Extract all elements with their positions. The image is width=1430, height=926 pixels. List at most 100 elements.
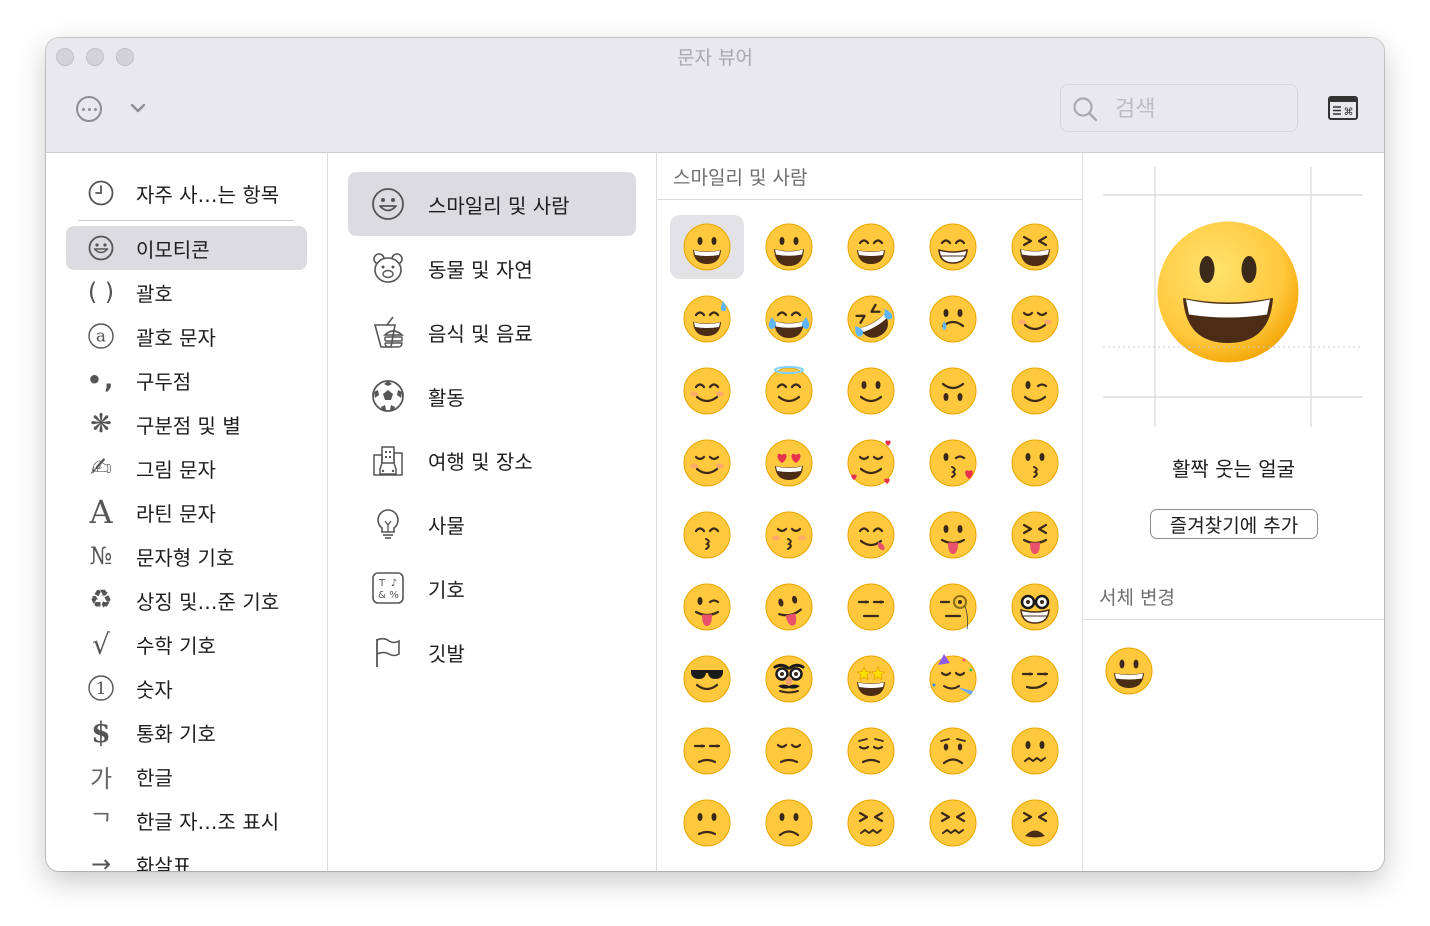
- smile-face-icon: [847, 223, 895, 271]
- sidebar-item-enclosed-characters[interactable]: a 괄호 문자: [66, 314, 307, 358]
- emoji-cell-joy[interactable]: [752, 287, 826, 351]
- more-options-button[interactable]: [76, 96, 102, 122]
- emoji-cell-worried[interactable]: [916, 719, 990, 783]
- emoji-cell-sunglasses[interactable]: [670, 647, 744, 711]
- category-objects[interactable]: 사물: [348, 492, 636, 556]
- emoji-cell-laughing[interactable]: [998, 215, 1072, 279]
- emoji-cell-heart-eyes[interactable]: [752, 431, 826, 495]
- emoji-cell-unamused[interactable]: [670, 719, 744, 783]
- grinning-face-icon: [683, 223, 731, 271]
- hangul-ga-icon: 가: [89, 764, 113, 793]
- emoji-cell-relaxed[interactable]: [998, 287, 1072, 351]
- category-label: 여행 및 장소: [428, 449, 533, 474]
- keyboard-viewer-icon[interactable]: ⌘: [1328, 96, 1358, 120]
- sidebar-item-punctuation[interactable]: •, 구두점: [66, 358, 307, 402]
- emoji-cell-slight-smile[interactable]: [834, 359, 908, 423]
- confounded-face-icon: [929, 799, 977, 847]
- sidebar-item-emoji[interactable]: 이모티콘: [66, 226, 307, 270]
- category-label: 동물 및 자연: [428, 257, 533, 282]
- sidebar-item-label: 자주 사…는 항목: [136, 182, 280, 207]
- sidebar-item-label: 이모티콘: [136, 237, 210, 262]
- soccer-ball-icon: [348, 379, 428, 413]
- sidebar-item-label: 한글 자…조 표시: [136, 809, 280, 834]
- blush-face-icon: [683, 367, 731, 415]
- category-animals-nature[interactable]: 동물 및 자연: [348, 236, 636, 300]
- emoji-cell-smile[interactable]: [834, 215, 908, 279]
- emoji-cell-smiling-hearts[interactable]: [834, 431, 908, 495]
- kissing-face-icon: [1011, 439, 1059, 487]
- category-symbols[interactable]: T ♪ &% 기호: [348, 556, 636, 620]
- unamused-face-icon: [683, 727, 731, 775]
- emoji-cell-confused[interactable]: [998, 719, 1072, 783]
- character-viewer-window: 문자 뷰어 ⌘ 자주 사…는 항목: [46, 38, 1384, 871]
- emoji-cell-kissing[interactable]: [998, 431, 1072, 495]
- category-activity[interactable]: 활동: [348, 364, 636, 428]
- sidebar-item-latin[interactable]: A 라틴 문자: [66, 490, 307, 534]
- emoji-cell-slight-frown[interactable]: [670, 791, 744, 855]
- sidebar-item-frequently-used[interactable]: 자주 사…는 항목: [66, 171, 307, 215]
- emoji-cell-wink[interactable]: [998, 359, 1072, 423]
- emoji-cell-blush[interactable]: [670, 359, 744, 423]
- emoji-cell-tongue[interactable]: [916, 503, 990, 567]
- emoji-cell-smirk[interactable]: [998, 647, 1072, 711]
- emoji-cell-pensive[interactable]: [834, 719, 908, 783]
- emoji-grid: [670, 215, 1070, 855]
- emoji-cell-rofl[interactable]: [834, 287, 908, 351]
- search-field[interactable]: [1060, 84, 1298, 132]
- emoji-cell-star-struck[interactable]: [834, 647, 908, 711]
- category-flags[interactable]: 깃발: [348, 620, 636, 684]
- category-food-drink[interactable]: 음식 및 음료: [348, 300, 636, 364]
- emoji-cell-holding-tears[interactable]: [916, 287, 990, 351]
- emoji-cell-disguised[interactable]: [752, 647, 826, 711]
- sidebar-item-arrows[interactable]: → 화살표: [66, 842, 307, 871]
- emoji-cell-smiley[interactable]: [752, 215, 826, 279]
- emoji-cell-grin[interactable]: [916, 215, 990, 279]
- sidebar-item-label: 상징 및…준 기호: [136, 589, 280, 614]
- category-travel-places[interactable]: 여행 및 장소: [348, 428, 636, 492]
- emoji-cell-raised-eyebrow[interactable]: [834, 575, 908, 639]
- emoji-cell-zany[interactable]: [752, 575, 826, 639]
- emoji-cell-persevering[interactable]: [834, 791, 908, 855]
- search-input[interactable]: [1113, 91, 1292, 127]
- sidebar-item-currency[interactable]: $ 통화 기호: [66, 710, 307, 754]
- emoji-cell-confounded[interactable]: [916, 791, 990, 855]
- font-variation-divider: [1083, 619, 1384, 620]
- heart-eyes-face-icon: [765, 439, 813, 487]
- emoji-cell-monocle[interactable]: [916, 575, 990, 639]
- sidebar-item-brackets[interactable]: ( ) 괄호: [66, 270, 307, 314]
- emoji-cell-kissing-heart[interactable]: [916, 431, 990, 495]
- emoji-cell-wink-tongue[interactable]: [670, 575, 744, 639]
- emoji-cell-squint-tongue[interactable]: [998, 503, 1072, 567]
- emoji-cell-kissing-closed-eyes[interactable]: [752, 503, 826, 567]
- emoji-cell-partying[interactable]: [916, 647, 990, 711]
- sidebar-item-technical-symbols[interactable]: ♻ 상징 및…준 기호: [66, 578, 307, 622]
- emoji-cell-tired[interactable]: [998, 791, 1072, 855]
- sweat-smile-face-icon: [683, 295, 731, 343]
- emoji-cell-grinning[interactable]: [670, 215, 744, 279]
- sidebar-item-hangul[interactable]: 가 한글: [66, 754, 307, 798]
- nerd-face-icon: [1011, 583, 1059, 631]
- sidebar-item-letterlike[interactable]: № 문자형 기호: [66, 534, 307, 578]
- sidebar-item-pictographs[interactable]: ✍ 그림 문자: [66, 446, 307, 490]
- sidebar-item-math-symbols[interactable]: √ 수학 기호: [66, 622, 307, 666]
- lightbulb-icon: [348, 507, 428, 541]
- sidebar-item-hangul-jamo[interactable]: ᄀ 한글 자…조 표시: [66, 798, 307, 842]
- emoji-cell-nerd[interactable]: [998, 575, 1072, 639]
- emoji-cell-yum[interactable]: [834, 503, 908, 567]
- font-variation-grinning-icon[interactable]: [1105, 647, 1153, 695]
- emoji-cell-frowning[interactable]: [752, 791, 826, 855]
- chevron-down-icon[interactable]: [128, 98, 148, 118]
- emoji-cell-relieved[interactable]: [670, 431, 744, 495]
- add-to-favorites-button[interactable]: 즐겨찾기에 추가: [1150, 509, 1318, 539]
- sidebar-item-digits[interactable]: 1 숫자: [66, 666, 307, 710]
- emoji-cell-disappointed[interactable]: [752, 719, 826, 783]
- category-smileys-people[interactable]: 스마일리 및 사람: [348, 172, 636, 236]
- category-list: 스마일리 및 사람 동물 및 자연 음식 및 음료 활동 여행 및 장소 사물 …: [328, 153, 657, 871]
- emoji-cell-sweat-smile[interactable]: [670, 287, 744, 351]
- emoji-cell-innocent[interactable]: [752, 359, 826, 423]
- sidebar-item-bullets-stars[interactable]: ❋ 구분점 및 별: [66, 402, 307, 446]
- sidebar-divider: [78, 220, 294, 221]
- emoji-cell-kissing-smiling[interactable]: [670, 503, 744, 567]
- svg-text:⌘: ⌘: [1344, 107, 1354, 118]
- emoji-cell-upside-down[interactable]: [916, 359, 990, 423]
